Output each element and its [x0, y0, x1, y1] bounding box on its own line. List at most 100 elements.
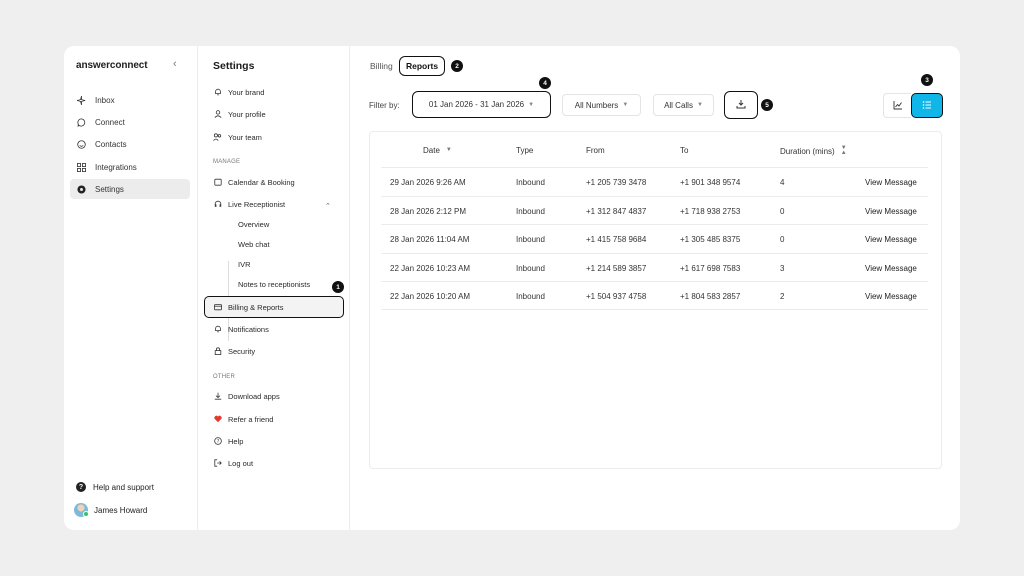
grid-icon — [76, 162, 86, 172]
settings-item-help[interactable]: ? Help — [213, 434, 243, 448]
section-label-other: OTHER — [213, 374, 235, 380]
caret-down-icon: ▼ — [528, 101, 535, 108]
cell-type: Inbound — [516, 264, 545, 273]
view-message-link[interactable]: View Message — [865, 292, 917, 301]
sort-desc-icon: ▼ — [445, 147, 452, 153]
bell-icon — [213, 325, 222, 334]
submenu-item-ivr[interactable]: IVR — [238, 260, 251, 269]
settings-item-label: Billing & Reports — [228, 302, 284, 312]
column-header-label: Date — [423, 146, 440, 155]
table-row[interactable]: 29 Jan 2026 9:26 AM Inbound +1 205 739 3… — [381, 167, 928, 196]
avatar — [74, 503, 89, 517]
sort-icon: ▼ ▲ — [840, 145, 847, 156]
settings-item-your-team[interactable]: Your team — [213, 130, 262, 144]
view-message-link[interactable]: View Message — [865, 178, 917, 187]
main-content: Billing Reports Filter by: 01 Jan 2026 -… — [350, 46, 960, 530]
chevron-up-icon[interactable]: ⌃ — [325, 202, 331, 210]
column-header-to[interactable]: To — [680, 146, 688, 155]
settings-item-label: Your brand — [228, 87, 265, 97]
gear-icon — [76, 184, 86, 194]
user-profile[interactable]: James Howard — [74, 503, 147, 517]
annotation-badge-4: 4 — [539, 77, 551, 89]
caret-down-icon: ▼ — [696, 102, 703, 108]
settings-item-your-profile[interactable]: Your profile — [213, 107, 266, 121]
settings-item-live-receptionist[interactable]: Live Receptionist — [213, 197, 285, 211]
settings-item-your-brand[interactable]: Your brand — [213, 85, 264, 99]
list-view-button[interactable] — [911, 93, 943, 118]
submenu-item-notes-to-receptionists[interactable]: Notes to receptionists — [238, 280, 310, 289]
cell-date: 22 Jan 2026 10:20 AM — [390, 292, 471, 301]
settings-item-notifications[interactable]: Notifications — [213, 322, 269, 336]
bolt-icon — [76, 95, 86, 105]
table-row[interactable]: 22 Jan 2026 10:20 AM Inbound +1 504 937 … — [381, 281, 928, 310]
smiley-icon — [76, 139, 86, 149]
nav-item-integrations[interactable]: Integrations — [70, 157, 190, 177]
numbers-filter-select[interactable]: All Numbers ▼ — [562, 94, 641, 116]
help-and-support-link[interactable]: ? Help and support — [76, 482, 154, 492]
table-row[interactable]: 28 Jan 2026 11:04 AM Inbound +1 415 758 … — [381, 224, 928, 253]
person-icon — [213, 110, 222, 119]
column-header-type[interactable]: Type — [516, 146, 533, 155]
download-icon — [213, 392, 222, 401]
tab-reports[interactable]: Reports — [399, 56, 446, 76]
calls-table: Date ▼ Type From To Duration (mins) ▼ ▲ 2… — [369, 131, 942, 469]
cell-date: 28 Jan 2026 11:04 AM — [390, 235, 470, 244]
chart-view-button[interactable] — [883, 93, 911, 118]
numbers-filter-value: All Numbers — [574, 100, 619, 110]
settings-item-label: Security — [228, 346, 256, 356]
cell-from: +1 504 937 4758 — [586, 292, 647, 301]
column-header-duration[interactable]: Duration (mins) ▼ ▲ — [780, 145, 847, 156]
cell-to: +1 305 485 8375 — [680, 235, 741, 244]
nav-item-settings[interactable]: Settings — [70, 179, 190, 199]
settings-item-label: Refer a friend — [228, 414, 274, 424]
settings-item-label: Live Receptionist — [228, 199, 286, 209]
cell-duration: 2 — [780, 292, 785, 301]
cell-from: +1 214 589 3857 — [586, 264, 647, 273]
help-label: Help and support — [93, 482, 154, 492]
calls-filter-value: All Calls — [664, 100, 693, 110]
user-name: James Howard — [94, 505, 148, 515]
cell-type: Inbound — [516, 207, 545, 216]
chevron-left-icon[interactable]: ‹ — [173, 58, 177, 70]
lock-icon — [213, 347, 222, 356]
section-label-manage: MANAGE — [213, 159, 241, 165]
export-button[interactable] — [724, 91, 758, 119]
line-chart-icon — [893, 97, 903, 115]
view-message-link[interactable]: View Message — [865, 264, 917, 273]
settings-item-download-apps[interactable]: Download apps — [213, 389, 280, 403]
nav-item-connect[interactable]: Connect — [70, 112, 190, 132]
cell-to: +1 804 583 2857 — [680, 292, 741, 301]
primary-nav: answerconnect ‹ Inbox Connect Contacts I… — [64, 46, 198, 530]
table-row[interactable]: 22 Jan 2026 10:23 AM Inbound +1 214 589 … — [381, 253, 928, 282]
headset-icon — [213, 200, 222, 209]
nav-item-inbox[interactable]: Inbox — [70, 90, 190, 110]
filter-label: Filter by: — [369, 101, 400, 110]
nav-item-contacts[interactable]: Contacts — [70, 134, 190, 154]
app-window: answerconnect ‹ Inbox Connect Contacts I… — [64, 46, 960, 530]
settings-item-security[interactable]: Security — [213, 344, 255, 358]
settings-item-billing-reports[interactable]: Billing & Reports — [204, 296, 344, 318]
cell-from: +1 312 847 4837 — [586, 207, 647, 216]
view-message-link[interactable]: View Message — [865, 207, 917, 216]
column-header-date[interactable]: Date ▼ — [423, 146, 452, 155]
settings-item-log-out[interactable]: Log out — [213, 456, 253, 470]
bell-icon — [213, 88, 222, 97]
tab-billing[interactable]: Billing — [370, 56, 393, 76]
cell-date: 29 Jan 2026 9:26 AM — [390, 178, 466, 187]
annotation-badge-1: 1 — [332, 281, 344, 293]
settings-item-label: Your team — [228, 132, 262, 142]
date-range-select[interactable]: 01 Jan 2026 - 31 Jan 2026 ▼ — [412, 91, 551, 118]
table-row[interactable]: 28 Jan 2026 2:12 PM Inbound +1 312 847 4… — [381, 196, 928, 225]
column-header-from[interactable]: From — [586, 146, 605, 155]
submenu-item-overview[interactable]: Overview — [238, 220, 269, 229]
settings-title: Settings — [213, 60, 255, 72]
cell-duration: 3 — [780, 264, 785, 273]
cell-date: 22 Jan 2026 10:23 AM — [390, 264, 471, 273]
settings-item-calendar-booking[interactable]: Calendar & Booking — [213, 175, 295, 189]
export-icon — [736, 99, 746, 111]
calls-filter-select[interactable]: All Calls ▼ — [653, 94, 714, 116]
view-message-link[interactable]: View Message — [865, 235, 917, 244]
settings-item-refer-a-friend[interactable]: Refer a friend — [213, 412, 273, 426]
cell-type: Inbound — [516, 235, 545, 244]
submenu-item-web-chat[interactable]: Web chat — [238, 240, 270, 249]
